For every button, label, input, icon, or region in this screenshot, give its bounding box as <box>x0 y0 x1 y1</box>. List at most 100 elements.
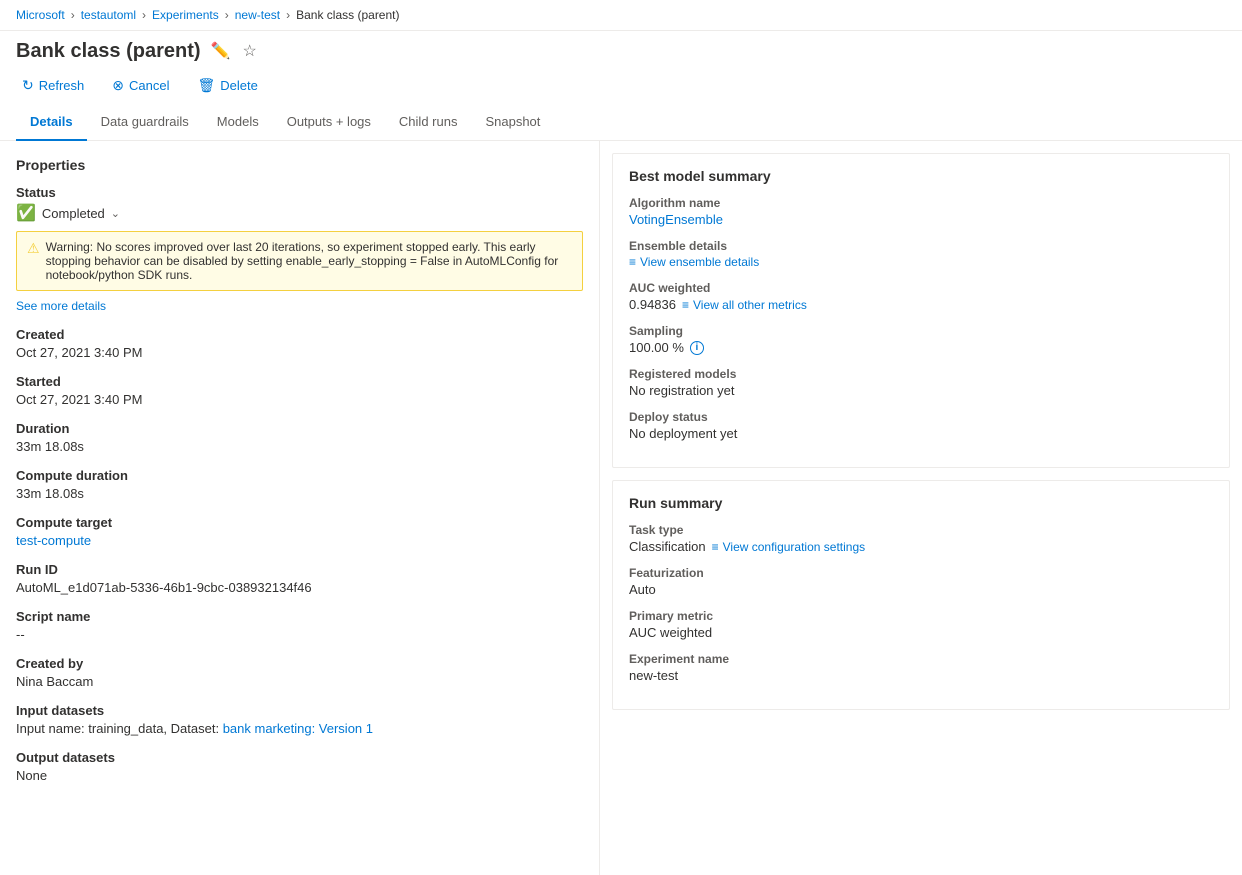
best-model-card: Best model summary Algorithm name Voting… <box>612 153 1230 468</box>
run-summary-card: Run summary Task type Classification ≡ V… <box>612 480 1230 710</box>
sampling-label: Sampling <box>629 324 1213 338</box>
auc-value: 0.94836 ≡ View all other metrics <box>629 297 1213 312</box>
sampling-number: 100.00 % <box>629 340 684 355</box>
compute-duration-label: Compute duration <box>16 468 583 483</box>
deploy-status-value: No deployment yet <box>629 426 1213 441</box>
experiment-name-row: Experiment name new-test <box>629 652 1213 683</box>
created-by-group: Created by Nina Baccam <box>16 656 583 689</box>
tab-child-runs[interactable]: Child runs <box>385 104 472 141</box>
breadcrumb-testautoml[interactable]: testautoml <box>81 8 136 22</box>
experiment-name-label: Experiment name <box>629 652 1213 666</box>
favorite-button[interactable]: ☆ <box>240 39 258 63</box>
compute-target-label: Compute target <box>16 515 583 530</box>
registered-models-value: No registration yet <box>629 383 1213 398</box>
algorithm-link[interactable]: VotingEnsemble <box>629 212 723 227</box>
status-row: ✅ Completed ⌄ <box>16 203 583 223</box>
created-value: Oct 27, 2021 3:40 PM <box>16 345 583 360</box>
delete-button[interactable]: 🗑 Delete <box>191 73 263 98</box>
duration-label: Duration <box>16 421 583 436</box>
output-datasets-value: None <box>16 768 583 783</box>
run-id-group: Run ID AutoML_e1d071ab-5336-46b1-9cbc-03… <box>16 562 583 595</box>
run-summary-title: Run summary <box>629 495 1213 511</box>
properties-panel: Properties Status ✅ Completed ⌄ ⚠ Warnin… <box>0 141 600 875</box>
breadcrumb: Microsoft › testautoml › Experiments › n… <box>0 0 1242 31</box>
experiment-name-value: new-test <box>629 668 1213 683</box>
breadcrumb-sep-2: › <box>142 8 146 22</box>
breadcrumb-microsoft[interactable]: Microsoft <box>16 8 65 22</box>
started-value: Oct 27, 2021 3:40 PM <box>16 392 583 407</box>
breadcrumb-experiments[interactable]: Experiments <box>152 8 219 22</box>
auc-row: AUC weighted 0.94836 ≡ View all other me… <box>629 281 1213 312</box>
auc-label: AUC weighted <box>629 281 1213 295</box>
deploy-status-row: Deploy status No deployment yet <box>629 410 1213 441</box>
tab-snapshot[interactable]: Snapshot <box>471 104 554 141</box>
input-datasets-link[interactable]: bank marketing: Version 1 <box>223 721 373 736</box>
tab-data-guardrails[interactable]: Data guardrails <box>87 104 203 141</box>
refresh-button[interactable]: ↻ Refresh <box>16 73 90 98</box>
task-type-value: Classification ≡ View configuration sett… <box>629 539 1213 554</box>
duration-group: Duration 33m 18.08s <box>16 421 583 454</box>
tab-details[interactable]: Details <box>16 104 87 141</box>
warning-text: Warning: No scores improved over last 20… <box>46 240 572 282</box>
compute-duration-group: Compute duration 33m 18.08s <box>16 468 583 501</box>
ensemble-label: Ensemble details <box>629 239 1213 253</box>
registered-models-label: Registered models <box>629 367 1213 381</box>
compute-target-value: test-compute <box>16 533 583 548</box>
breadcrumb-sep-1: › <box>71 8 75 22</box>
toolbar: ↻ Refresh ⊗ Cancel 🗑 Delete <box>0 67 1242 104</box>
registered-models-row: Registered models No registration yet <box>629 367 1213 398</box>
task-type-text: Classification <box>629 539 706 554</box>
ensemble-value: ≡ View ensemble details <box>629 255 1213 269</box>
view-config-settings-link[interactable]: ≡ View configuration settings <box>712 540 866 554</box>
main-content: Properties Status ✅ Completed ⌄ ⚠ Warnin… <box>0 141 1242 875</box>
input-datasets-group: Input datasets Input name: training_data… <box>16 703 583 736</box>
view-ensemble-link[interactable]: ≡ View ensemble details <box>629 255 759 269</box>
breadcrumb-new-test[interactable]: new-test <box>235 8 280 22</box>
status-check-icon: ✅ <box>16 203 36 223</box>
output-datasets-group: Output datasets None <box>16 750 583 783</box>
sampling-value: 100.00 % i <box>629 340 1213 355</box>
task-type-label: Task type <box>629 523 1213 537</box>
status-value: Completed <box>42 206 105 221</box>
script-name-value: -- <box>16 627 583 642</box>
algorithm-label: Algorithm name <box>629 196 1213 210</box>
breadcrumb-sep-4: › <box>286 8 290 22</box>
started-group: Started Oct 27, 2021 3:40 PM <box>16 374 583 407</box>
input-datasets-value: Input name: training_data, Dataset: bank… <box>16 721 583 736</box>
right-panel: Best model summary Algorithm name Voting… <box>600 141 1242 875</box>
tab-models[interactable]: Models <box>203 104 273 141</box>
compute-target-link[interactable]: test-compute <box>16 533 91 548</box>
sampling-info-icon[interactable]: i <box>690 341 704 355</box>
list-icon: ≡ <box>629 255 636 269</box>
metrics-list-icon: ≡ <box>682 298 689 312</box>
duration-value: 33m 18.08s <box>16 439 583 454</box>
edit-button[interactable]: ✏️ <box>209 39 233 63</box>
primary-metric-label: Primary metric <box>629 609 1213 623</box>
input-datasets-text: Input name: training_data, Dataset: <box>16 721 223 736</box>
script-name-label: Script name <box>16 609 583 624</box>
featurization-label: Featurization <box>629 566 1213 580</box>
tab-outputs-logs[interactable]: Outputs + logs <box>273 104 385 141</box>
see-more-link[interactable]: See more details <box>16 299 583 313</box>
properties-title: Properties <box>16 157 583 173</box>
status-dropdown-icon[interactable]: ⌄ <box>111 207 120 220</box>
input-datasets-label: Input datasets <box>16 703 583 718</box>
best-model-title: Best model summary <box>629 168 1213 184</box>
refresh-icon: ↻ <box>22 77 34 94</box>
created-by-value: Nina Baccam <box>16 674 583 689</box>
compute-duration-value: 33m 18.08s <box>16 486 583 501</box>
created-group: Created Oct 27, 2021 3:40 PM <box>16 327 583 360</box>
auc-number: 0.94836 <box>629 297 676 312</box>
created-label: Created <box>16 327 583 342</box>
run-id-value: AutoML_e1d071ab-5336-46b1-9cbc-038932134… <box>16 580 583 595</box>
featurization-row: Featurization Auto <box>629 566 1213 597</box>
primary-metric-row: Primary metric AUC weighted <box>629 609 1213 640</box>
status-group: Status ✅ Completed ⌄ ⚠ Warning: No score… <box>16 185 583 313</box>
warning-icon: ⚠ <box>27 240 40 257</box>
cancel-icon: ⊗ <box>112 77 124 94</box>
view-other-metrics-link[interactable]: ≡ View all other metrics <box>682 298 807 312</box>
page-title: Bank class (parent) <box>16 40 201 63</box>
cancel-button[interactable]: ⊗ Cancel <box>106 73 175 98</box>
primary-metric-value: AUC weighted <box>629 625 1213 640</box>
output-datasets-label: Output datasets <box>16 750 583 765</box>
